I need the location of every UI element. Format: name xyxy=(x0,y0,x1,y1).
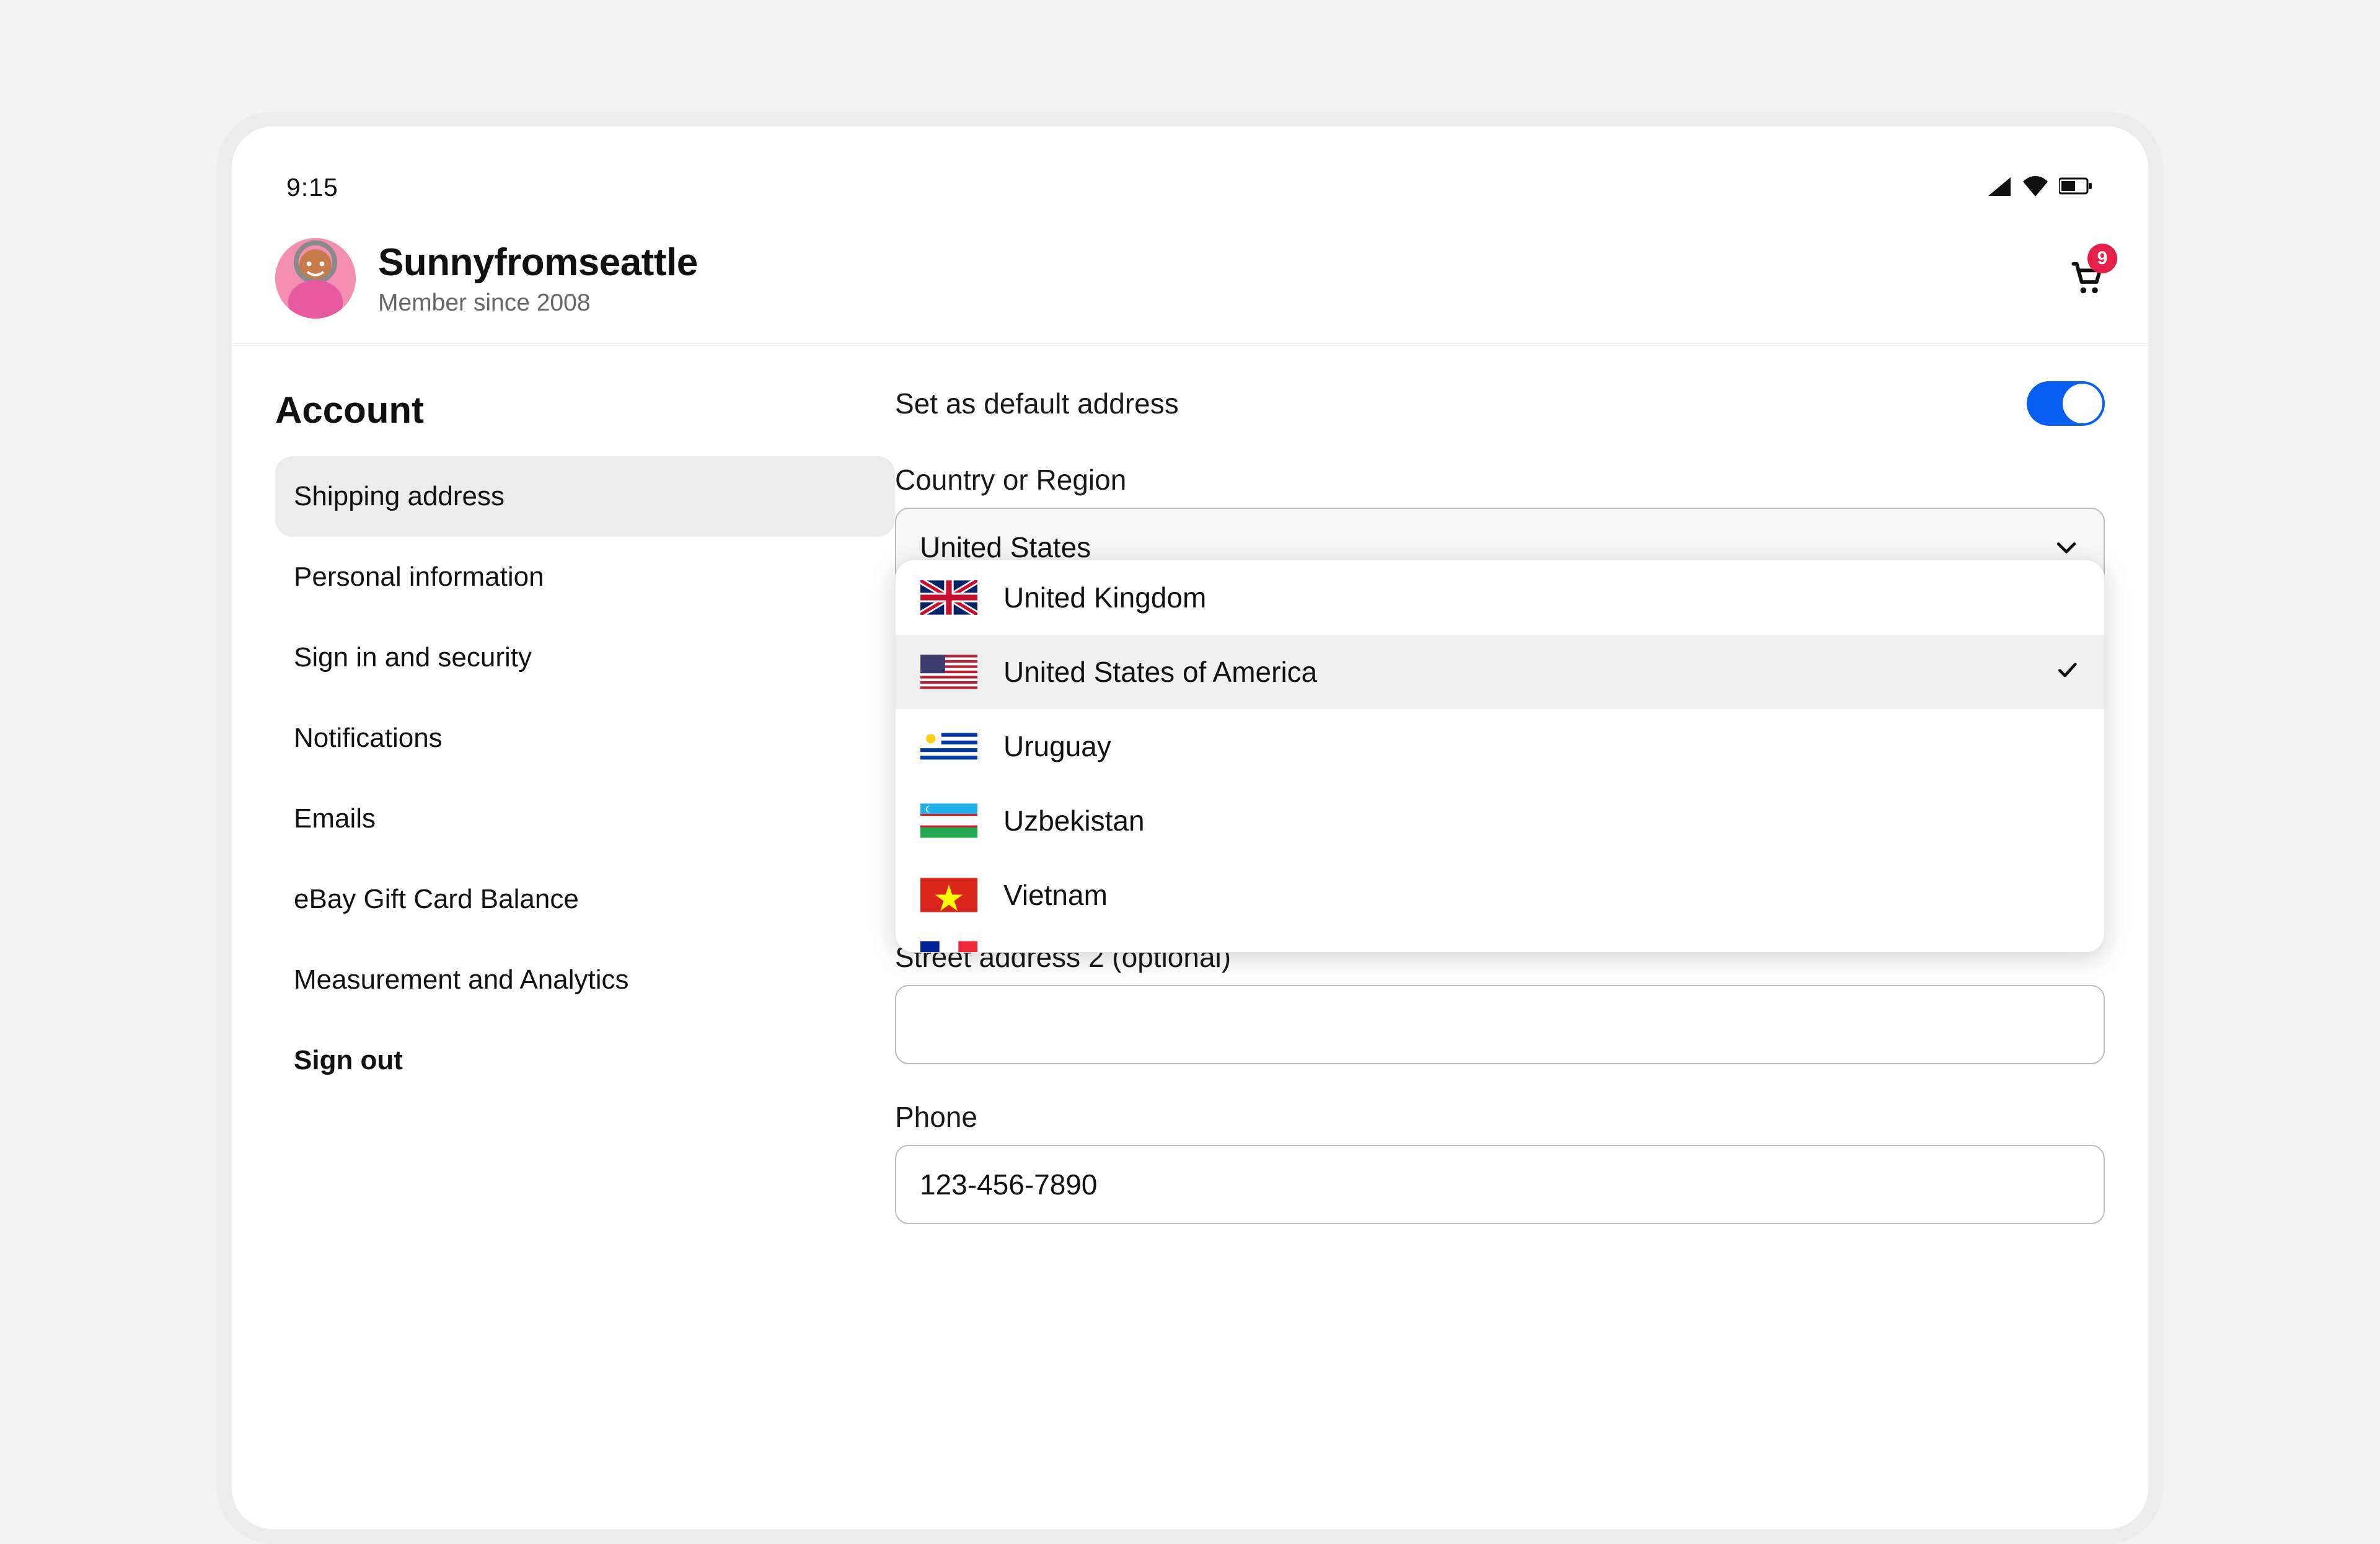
sidebar-nav: Shipping addressPersonal informationSign… xyxy=(275,456,895,1101)
main-panel: Set as default address Country or Region… xyxy=(895,374,2105,1260)
flag-uz-icon xyxy=(920,803,977,838)
status-bar: 9:15 xyxy=(232,126,2148,213)
user-text: Sunnyfromseattle Member since 2008 xyxy=(378,240,698,317)
phone-label: Phone xyxy=(895,1100,2105,1134)
sidebar-item-emails[interactable]: Emails xyxy=(275,779,895,859)
sidebar: Account Shipping addressPersonal informa… xyxy=(275,374,895,1260)
country-option-label: Uzbekistan xyxy=(1003,804,1145,837)
check-icon xyxy=(2055,655,2079,689)
default-address-label: Set as default address xyxy=(895,387,1179,420)
wifi-icon xyxy=(2022,175,2049,200)
phone-field: Phone 123-456-7890 xyxy=(895,1100,2105,1224)
country-option-label: Uruguay xyxy=(1003,730,1111,763)
chevron-down-icon xyxy=(2053,534,2080,561)
street2-input[interactable] xyxy=(895,985,2105,1064)
cart-badge: 9 xyxy=(2087,244,2117,273)
cellular-icon xyxy=(1987,176,2012,199)
cart-button[interactable]: 9 xyxy=(2065,257,2105,300)
app-header: Sunnyfromseattle Member since 2008 9 xyxy=(232,213,2148,344)
country-option-label: United States of America xyxy=(1003,655,1317,689)
status-icons xyxy=(1987,175,2094,200)
country-option-vietnam[interactable]: Vietnam xyxy=(896,858,2104,932)
country-dropdown[interactable]: United Kingdom United States of America Ur… xyxy=(895,560,2105,953)
member-since: Member since 2008 xyxy=(378,289,698,317)
avatar[interactable] xyxy=(275,238,356,319)
default-address-row: Set as default address xyxy=(895,381,2105,426)
username: Sunnyfromseattle xyxy=(378,240,698,285)
phone-input[interactable]: 123-456-7890 xyxy=(895,1145,2105,1224)
country-option-more[interactable] xyxy=(896,932,2104,952)
battery-icon xyxy=(2059,177,2094,198)
sidebar-item-sign-out[interactable]: Sign out xyxy=(275,1020,895,1101)
phone-value: 123-456-7890 xyxy=(920,1168,1097,1201)
sidebar-item-personal-information[interactable]: Personal information xyxy=(275,537,895,617)
sidebar-item-sign-in-and-security[interactable]: Sign in and security xyxy=(275,617,895,698)
country-option-label: Vietnam xyxy=(1003,878,1108,912)
sidebar-title: Account xyxy=(275,389,895,431)
country-option-united-kingdom[interactable]: United Kingdom xyxy=(896,560,2104,635)
flag-partial-icon xyxy=(920,941,977,952)
country-option-united-states-of-america[interactable]: United States of America xyxy=(896,635,2104,709)
country-selected-value: United States xyxy=(920,531,1091,564)
tablet-frame: 9:15 Sunnyfro xyxy=(217,112,2163,1544)
street2-field: Street address 2 (optional) xyxy=(895,940,2105,1064)
sidebar-item-notifications[interactable]: Notifications xyxy=(275,698,895,779)
country-label: Country or Region xyxy=(895,463,2105,496)
sidebar-item-shipping-address[interactable]: Shipping address xyxy=(275,456,895,537)
flag-vn-icon xyxy=(920,878,977,912)
flag-uy-icon xyxy=(920,729,977,764)
country-option-uruguay[interactable]: Uruguay xyxy=(896,709,2104,783)
country-option-label: United Kingdom xyxy=(1003,581,1206,614)
default-toggle[interactable] xyxy=(2027,381,2105,426)
flag-us-icon xyxy=(920,655,977,689)
flag-gb-icon xyxy=(920,580,977,615)
country-option-uzbekistan[interactable]: Uzbekistan xyxy=(896,783,2104,858)
status-time: 9:15 xyxy=(286,173,338,202)
sidebar-item-measurement-and-analytics[interactable]: Measurement and Analytics xyxy=(275,940,895,1020)
sidebar-item-ebay-gift-card-balance[interactable]: eBay Gift Card Balance xyxy=(275,859,895,940)
